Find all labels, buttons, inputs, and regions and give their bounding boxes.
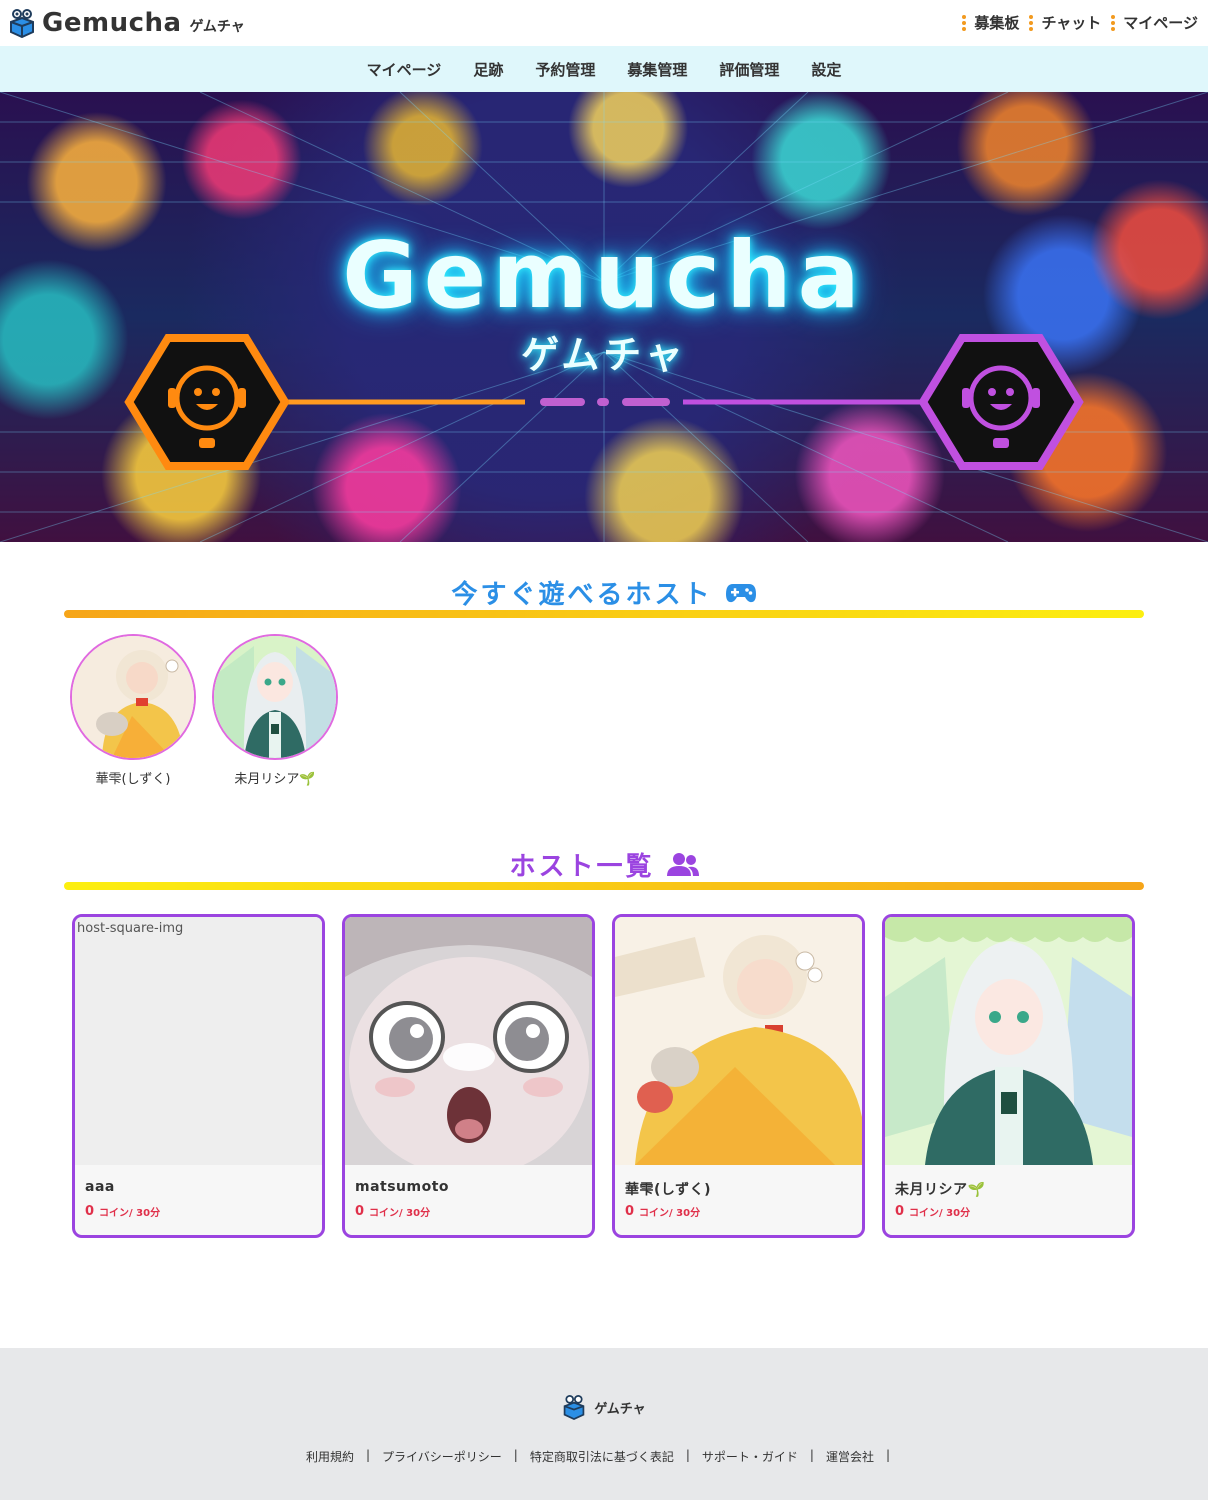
host-card-name: matsumoto <box>355 1179 450 1195</box>
available-host-name[interactable]: 未月リシア🌱 <box>212 768 338 787</box>
site-logo[interactable]: Gemucha ゲムチャ <box>8 8 245 39</box>
host-card-name: 華雫(しずく) <box>625 1182 712 1198</box>
host-list-title: ホスト一覧 <box>509 852 655 882</box>
subnav-item-mypage[interactable]: マイページ <box>367 59 442 80</box>
hero-title: Gemucha <box>342 222 866 329</box>
host-card[interactable]: 未月リシア🌱 0 コイン/ 30分 <box>882 914 1135 1238</box>
price-unit: コイン/ 30分 <box>369 1208 431 1219</box>
available-host-item[interactable]: 未月リシア🌱 <box>212 634 338 787</box>
host-card-price: 0 コイン/ 30分 <box>895 1204 970 1219</box>
top-nav: 募集板 チャット マイページ <box>952 12 1198 33</box>
separator: | <box>513 1448 518 1462</box>
price-unit: コイン/ 30分 <box>639 1208 701 1219</box>
sub-nav: マイページ 足跡 予約管理 募集管理 評価管理 設定 <box>0 46 1208 92</box>
available-hosts-list: 華雫(しずく) 未月リシア🌱 <box>70 634 338 787</box>
footer-logo-text: ゲムチャ <box>594 1401 646 1417</box>
host-card-name: 未月リシア🌱 <box>895 1182 986 1198</box>
heading-underline <box>64 610 1144 618</box>
host-card[interactable]: host-square-img aaa 0 コイン/ 30分 <box>72 914 325 1238</box>
users-icon <box>666 852 699 883</box>
subnav-item-recruitment[interactable]: 募集管理 <box>627 59 687 80</box>
separator: | <box>685 1448 690 1462</box>
separator: | <box>809 1448 814 1462</box>
host-image-placeholder[interactable]: host-square-img <box>75 917 322 1165</box>
nav-link-board[interactable]: 募集板 <box>962 12 1019 33</box>
host-card-price: 0 コイン/ 30分 <box>355 1204 430 1219</box>
footer-link-support[interactable]: サポート・ガイド <box>702 1448 798 1465</box>
gemucha-mascot-icon <box>8 8 36 39</box>
separator: | <box>885 1448 891 1462</box>
dots-icon <box>1029 14 1034 31</box>
price-unit: コイン/ 30分 <box>99 1208 161 1219</box>
site-footer: ゲムチャ 利用規約 | プライバシーポリシー | 特定商取引法に基づく表記 | サポー… <box>0 1348 1208 1500</box>
footer-logo[interactable]: ゲムチャ <box>0 1394 1208 1420</box>
available-host-name[interactable]: 華雫(しずく) <box>70 768 196 787</box>
gamepad-icon <box>725 581 757 611</box>
heading-underline <box>64 882 1144 890</box>
footer-links: 利用規約 | プライバシーポリシー | 特定商取引法に基づく表記 | サポート・ガイド… <box>0 1448 1208 1465</box>
host-card-grid: host-square-img aaa 0 コイン/ 30分 matsumoto… <box>72 914 1135 1238</box>
host-card-name: aaa <box>85 1179 115 1195</box>
host-list-heading: ホスト一覧 <box>0 846 1208 883</box>
host-avatar[interactable] <box>70 634 196 760</box>
subnav-item-reservations[interactable]: 予約管理 <box>535 59 595 80</box>
broken-image-alt: host-square-img <box>77 921 184 936</box>
footer-link-commerce-law[interactable]: 特定商取引法に基づく表記 <box>530 1448 674 1465</box>
subnav-item-reviews[interactable]: 評価管理 <box>719 59 779 80</box>
host-card[interactable]: 華雫(しずく) 0 コイン/ 30分 <box>612 914 865 1238</box>
coin-count: 0 <box>895 1204 905 1219</box>
nav-link-label: マイページ <box>1123 14 1198 32</box>
nav-link-label: 募集板 <box>974 14 1020 32</box>
host-card[interactable]: matsumoto 0 コイン/ 30分 <box>342 914 595 1238</box>
coin-count: 0 <box>355 1204 365 1219</box>
available-host-item[interactable]: 華雫(しずく) <box>70 634 196 787</box>
hero-banner: Gemucha ゲムチャ <box>0 92 1208 542</box>
host-card-price: 0 コイン/ 30分 <box>85 1204 160 1219</box>
footer-link-privacy[interactable]: プライバシーポリシー <box>382 1448 502 1465</box>
available-hosts-heading: 今すぐ遊べるホスト <box>0 574 1208 611</box>
coin-count: 0 <box>85 1204 95 1219</box>
footer-link-company[interactable]: 運営会社 <box>826 1448 874 1465</box>
host-image[interactable] <box>615 917 862 1165</box>
available-hosts-title: 今すぐ遊べるホスト <box>451 580 713 610</box>
top-header: Gemucha ゲムチャ 募集板 チャット マイページ <box>0 0 1208 46</box>
nav-link-chat[interactable]: チャット <box>1029 12 1101 33</box>
subnav-item-footprints[interactable]: 足跡 <box>473 59 503 80</box>
gemucha-mascot-icon <box>564 1395 585 1420</box>
nav-link-label: チャット <box>1041 14 1102 32</box>
host-card-price: 0 コイン/ 30分 <box>625 1204 700 1219</box>
host-avatar[interactable] <box>212 634 338 760</box>
subnav-item-settings[interactable]: 設定 <box>811 59 841 80</box>
dots-icon <box>1111 14 1116 31</box>
nav-link-mypage[interactable]: マイページ <box>1111 12 1198 33</box>
logo-wordmark: Gemucha <box>42 8 182 38</box>
footer-link-terms[interactable]: 利用規約 <box>306 1448 354 1465</box>
price-unit: コイン/ 30分 <box>909 1208 971 1219</box>
separator: | <box>365 1448 371 1462</box>
dots-icon <box>962 14 967 31</box>
logo-kana: ゲムチャ <box>189 19 245 35</box>
hero-subtitle: ゲムチャ <box>521 333 687 377</box>
host-image[interactable] <box>345 917 592 1165</box>
host-image[interactable] <box>885 917 1132 1165</box>
coin-count: 0 <box>625 1204 635 1219</box>
